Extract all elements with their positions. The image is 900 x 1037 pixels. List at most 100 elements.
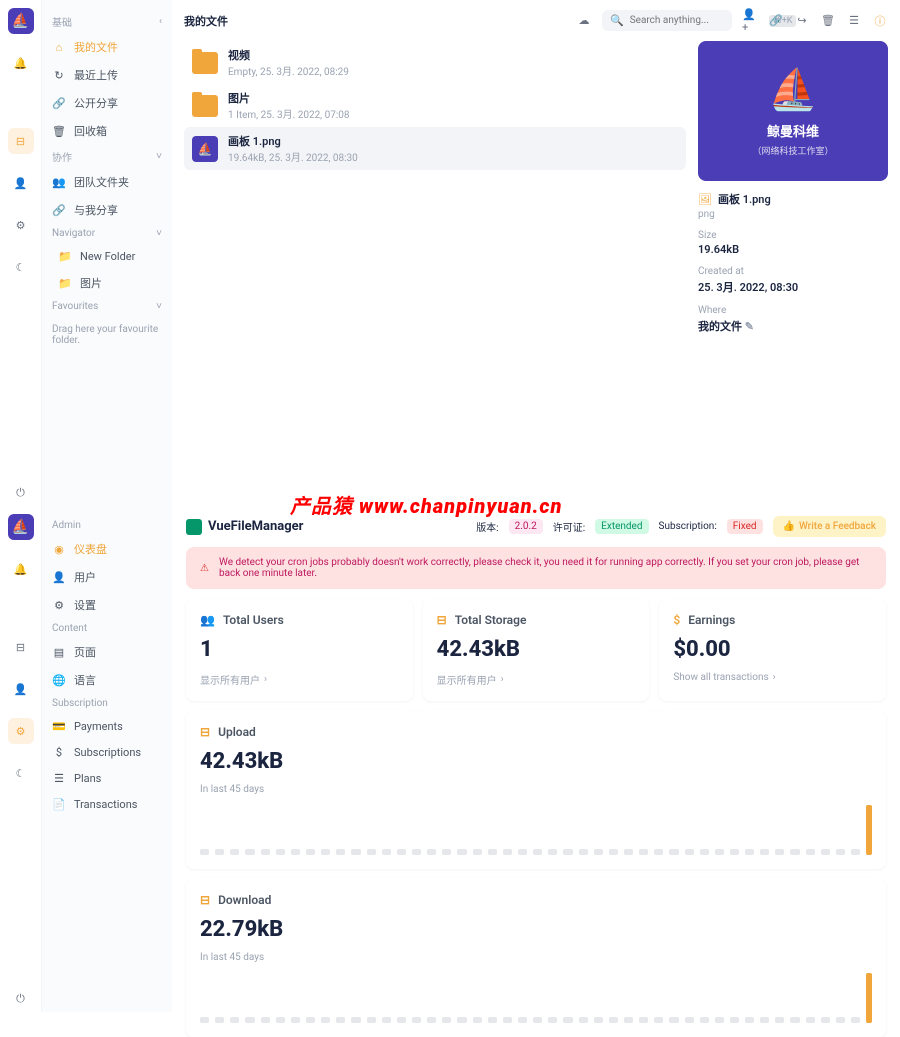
upload-bars	[200, 805, 872, 855]
globe-icon: 🌐	[52, 673, 66, 687]
folder-icon	[186, 519, 202, 535]
sidebar-item-language[interactable]: 🌐语言	[42, 666, 172, 694]
drive-icon[interactable]: ⊟	[8, 634, 34, 660]
chevron-right-icon: ›	[264, 674, 267, 685]
user-icon[interactable]: 👤	[8, 170, 34, 196]
drive-icon[interactable]: ⊟	[8, 128, 34, 154]
users-icon: 👥	[200, 613, 215, 627]
power-icon[interactable]: ⏻	[8, 480, 34, 506]
link-icon: 🔗	[52, 96, 66, 110]
gear-icon[interactable]: ⚙	[8, 212, 34, 238]
page-icon: ▤	[52, 645, 66, 659]
header: VueFileManager 版本: 2.0.2 许可证: Extended S…	[186, 516, 886, 537]
section-navigator: Navigator˅	[42, 224, 172, 243]
add-user-icon[interactable]: 👤+	[742, 13, 758, 29]
details-panel: ⛵ 鲸曼科维 （网络科技工作室） 🖼画板 1.png png Size19.64…	[698, 41, 888, 496]
file-row-folder[interactable]: 图片1 Item, 25. 3月. 2022, 07:08	[184, 84, 686, 127]
folder-icon	[192, 52, 218, 74]
dollar-icon: $	[673, 613, 680, 627]
gear-icon[interactable]: ⚙	[8, 718, 34, 744]
edit-icon[interactable]: ✎	[745, 320, 754, 333]
topbar: 我的文件 ☁ 🔍 ⌘+K 👤+ 🔗 ↪ 🗑 ☰ ⓘ	[184, 10, 888, 31]
sidebar-item-transactions[interactable]: 📄Transactions	[42, 791, 172, 817]
file-thumbnail: ⛵	[192, 136, 218, 162]
image-icon: 🖼	[698, 193, 712, 206]
sidebar-item-users[interactable]: 👤用户	[42, 563, 172, 591]
brand-logo: VueFileManager	[186, 519, 303, 535]
list-view-icon[interactable]: ☰	[846, 13, 862, 29]
clock-icon: ↻	[52, 68, 66, 82]
cloud-download-icon[interactable]: ☁	[576, 13, 592, 29]
chevron-right-icon: ›	[501, 674, 504, 685]
bell-icon[interactable]: 🔔	[8, 50, 34, 76]
search-box[interactable]: 🔍 ⌘+K	[602, 10, 732, 31]
card-users: 👥Total Users 1 显示所有用户›	[186, 599, 413, 701]
subscription-badge: Fixed	[727, 519, 763, 534]
file-list: 视频Empty, 25. 3月. 2022, 08:29 图片1 Item, 2…	[184, 41, 686, 496]
moon-icon[interactable]: ☾	[8, 254, 34, 280]
folder-icon	[192, 95, 218, 117]
license-label: 许可证:	[553, 519, 585, 534]
sidebar-item-myfiles[interactable]: ⌂我的文件	[42, 33, 172, 61]
feedback-button[interactable]: 👍Write a Feedback	[773, 516, 886, 537]
sidebar-item-settings[interactable]: ⚙设置	[42, 591, 172, 619]
card-link[interactable]: 显示所有用户›	[200, 672, 399, 687]
stat-cards: 👥Total Users 1 显示所有用户› ⊟Total Storage 42…	[186, 599, 886, 701]
chevron-down-icon[interactable]: ˅	[156, 301, 162, 312]
sidebar-item-subscriptions[interactable]: $Subscriptions	[42, 739, 172, 765]
sidebar-item-plans[interactable]: ☰Plans	[42, 765, 172, 791]
card-link[interactable]: Show all transactions›	[673, 672, 872, 683]
sidebar-item-dashboard[interactable]: ◉仪表盘	[42, 535, 172, 563]
main-panel: VueFileManager 版本: 2.0.2 许可证: Extended S…	[172, 506, 900, 1012]
sidebar-item-shared[interactable]: 🔗与我分享	[42, 196, 172, 224]
delete-icon[interactable]: 🗑	[820, 13, 836, 29]
chevron-down-icon[interactable]: ˅	[156, 228, 162, 239]
license-badge: Extended	[595, 519, 648, 534]
section-collab: 协作˅	[42, 145, 172, 168]
list-icon: ☰	[52, 771, 66, 785]
card-icon: 💳	[52, 719, 66, 733]
sidebar-item-pages[interactable]: ▤页面	[42, 638, 172, 666]
sidebar-item-payments[interactable]: 💳Payments	[42, 713, 172, 739]
info-icon[interactable]: ⓘ	[872, 13, 888, 29]
section-admin: Admin	[42, 516, 172, 535]
moon-icon[interactable]: ☾	[8, 760, 34, 786]
doc-icon: 📄	[52, 797, 66, 811]
file-row-file[interactable]: ⛵ 画板 1.png19.64kB, 25. 3月. 2022, 08:30	[184, 127, 686, 170]
upload-chart: ⊟Upload 42.43kB In last 45 days	[186, 711, 886, 869]
gear-icon: ⚙	[52, 598, 66, 612]
bell-icon[interactable]: 🔔	[8, 556, 34, 582]
nav-images[interactable]: 📁图片	[42, 269, 172, 297]
chevron-left-icon[interactable]: ‹	[159, 16, 162, 27]
search-icon: 🔍	[610, 14, 624, 27]
link-icon: 🔗	[52, 203, 66, 217]
sidebar-item-recent[interactable]: ↻最近上传	[42, 61, 172, 89]
admin-dashboard-app: ⛵ 🔔 ⊟ 👤 ⚙ ☾ ⏻ Admin ◉仪表盘 👤用户 ⚙设置 Content…	[0, 506, 900, 1012]
users-icon: 👥	[52, 175, 66, 189]
preview-image: ⛵ 鲸曼科维 （网络科技工作室）	[698, 41, 888, 181]
sidebar-item-team[interactable]: 👥团队文件夹	[42, 168, 172, 196]
sidebar: 基础‹ ⌂我的文件 ↻最近上传 🔗公开分享 🗑回收箱 协作˅ 👥团队文件夹 🔗与…	[42, 0, 172, 506]
card-storage: ⊟Total Storage 42.43kB 显示所有用户›	[423, 599, 650, 701]
nav-new-folder[interactable]: 📁New Folder	[42, 243, 172, 269]
power-icon[interactable]: ⏻	[8, 986, 34, 1012]
move-icon[interactable]: ↪	[794, 13, 810, 29]
icon-rail: ⛵ 🔔 ⊟ 👤 ⚙ ☾ ⏻	[0, 0, 42, 506]
app-logo: ⛵	[8, 514, 34, 540]
folder-icon: 📁	[58, 249, 72, 263]
drive-icon: ⊟	[200, 725, 210, 739]
folder-icon: 📁	[58, 276, 72, 290]
user-icon[interactable]: 👤	[8, 676, 34, 702]
sidebar-item-share[interactable]: 🔗公开分享	[42, 89, 172, 117]
file-manager-app: ⛵ 🔔 ⊟ 👤 ⚙ ☾ ⏻ 基础‹ ⌂我的文件 ↻最近上传 🔗公开分享 🗑回收箱…	[0, 0, 900, 506]
sidebar-item-trash[interactable]: 🗑回收箱	[42, 117, 172, 145]
link-icon[interactable]: 🔗	[768, 13, 784, 29]
icon-rail: ⛵ 🔔 ⊟ 👤 ⚙ ☾ ⏻	[0, 506, 42, 1012]
cron-alert: ⚠ We detect your cron jobs probably does…	[186, 547, 886, 589]
chevron-down-icon[interactable]: ˅	[156, 151, 162, 162]
drive-icon: ⊟	[200, 893, 210, 907]
breadcrumb: 我的文件	[184, 13, 566, 29]
card-link[interactable]: 显示所有用户›	[437, 672, 636, 687]
file-row-folder[interactable]: 视频Empty, 25. 3月. 2022, 08:29	[184, 41, 686, 84]
chevron-right-icon: ›	[773, 672, 776, 683]
